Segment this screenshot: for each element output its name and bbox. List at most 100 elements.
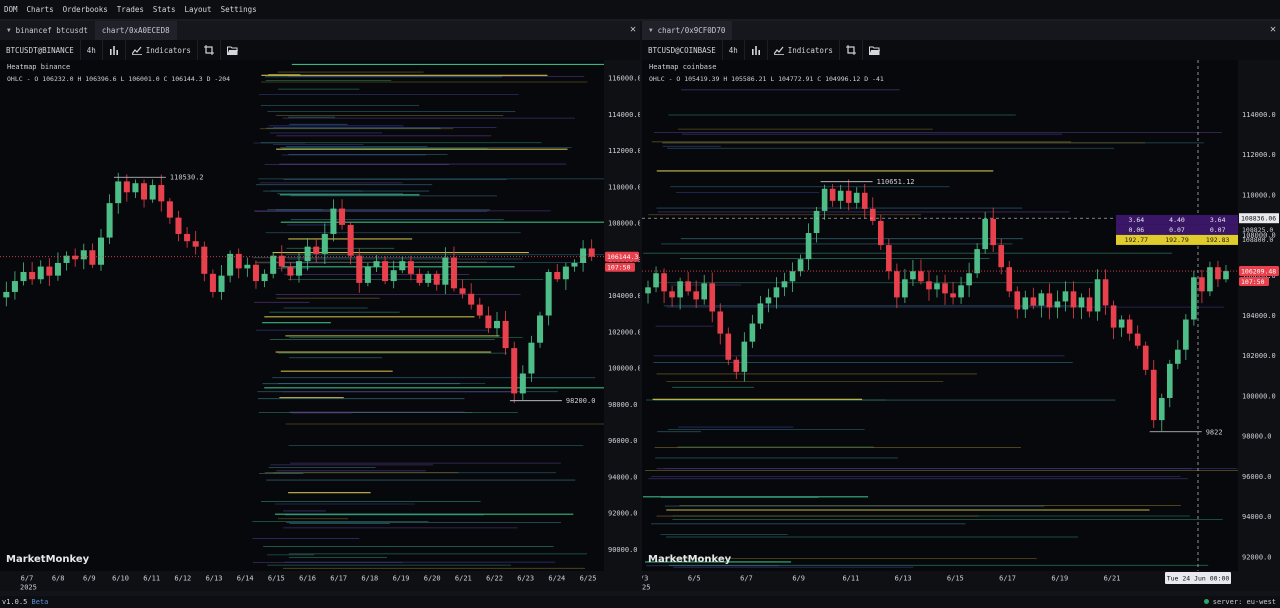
candle-body [218,275,225,292]
candle-body [132,183,139,193]
candle-body [1223,271,1229,280]
indicators-button[interactable]: Indicators [768,40,840,60]
menu-stats[interactable]: Stats [149,5,181,14]
candle-body [1150,369,1157,421]
candle-body [789,271,796,282]
tab-label: binancef btcusdt [15,26,88,35]
menu-trades[interactable]: Trades [113,5,149,14]
chart-pane-right: ▼ chart/0x9CF0D70 ✕ BTCUSD@COINBASE 4h I… [642,21,1280,591]
timeframe-selector[interactable]: 4h [81,40,103,60]
crop-icon [845,45,856,55]
folder-icon [226,46,238,55]
caret-down-icon: ▼ [649,27,653,34]
price-tick-label: 94000.0 [1242,513,1272,521]
symbol-selector[interactable]: BTCUSD@COINBASE [642,40,723,60]
candle-body [942,283,948,294]
candle-body [141,183,148,200]
candle-body [853,192,860,203]
date-tick-label: 6/14 [237,575,254,583]
candle-body [46,266,53,276]
open-folder-button[interactable] [863,40,886,60]
candle-body [433,273,440,285]
candle-body [11,281,18,292]
date-tick-label: 6/9 [83,575,96,583]
version-text: v1.0.5 [2,598,28,606]
tab-binancef-btcusdt[interactable]: ▼ binancef btcusdt [0,21,95,40]
menu-dom[interactable]: DOM [0,5,23,14]
price-tick-label: 112000.0 [1242,151,1276,159]
date-tick-label: 6/17 [999,575,1016,583]
crop-button[interactable] [198,40,221,60]
candle-body [330,208,337,234]
candle-body [37,266,44,280]
candle-body [425,273,432,283]
close-icon[interactable]: ✕ [630,24,636,35]
open-folder-button[interactable] [221,40,244,60]
crosshair-price-label: 108836.06 [1241,215,1276,223]
candle-body [123,181,130,193]
candle-body [733,359,740,372]
year-label: 25 [642,584,650,592]
tab-label: chart/0xA0ECED8 [101,26,170,35]
menu-charts[interactable]: Charts [23,5,59,14]
date-tick-label: 6/25 [580,575,597,583]
candle-body [528,342,535,374]
candle-body [227,253,234,276]
tab-chart-left[interactable]: chart/0xA0ECED8 [94,21,177,40]
price-tick-label: 96000.0 [608,437,638,445]
candle-body [677,281,683,298]
menu-orderbooks[interactable]: Orderbooks [59,5,113,14]
chart-area[interactable]: 110651.12 9822 3.64 4.40 3.64 0.06 0.07 0.07 192… [642,60,1280,591]
candle-body [537,315,544,343]
candle-body [278,255,285,267]
candle-body [3,291,10,298]
footprint-cell: 3.64 [1129,216,1145,224]
price-tick-label: 114000.0 [1242,111,1276,119]
version-label: v1.0.5 Beta [2,598,48,606]
candle-body [442,257,449,285]
candle-body [502,320,509,349]
date-tick-label: 6/15 [947,575,964,583]
footprint-cell: 0.06 [1129,226,1145,234]
last-price-label: 106209.48 [1241,268,1276,276]
candle-body [869,208,876,221]
candle-body [382,261,389,282]
chart-canvas[interactable]: 110651.12 9822 3.64 4.40 3.64 0.06 0.07 0.07 192… [642,60,1280,591]
tab-chart-right[interactable]: ▼ chart/0x9CF0D70 [642,21,733,40]
date-tick-label: 6/19 [1051,575,1068,583]
candle-body [1054,301,1061,308]
candle-body [1175,349,1181,364]
timeframe-selector[interactable]: 4h [723,40,745,60]
chart-canvas[interactable]: 110530.2 98200.0 116000.0 114000.0 112000.0 1… [0,60,640,591]
chart-area[interactable]: 110530.2 98200.0 116000.0 114000.0 112000.0 1… [0,60,640,591]
countdown-label: 107:50 [1241,278,1265,286]
candle-body [261,273,268,282]
symbol-selector[interactable]: BTCUSDT@BINANCE [0,40,81,60]
candle-body [399,261,406,271]
footprint-cell: 4.40 [1169,216,1185,224]
date-tick-label: 6/8 [52,575,65,583]
date-tick-label: 6/21 [1104,575,1121,583]
candle-body [950,293,956,298]
candle-body [1086,297,1093,312]
date-tick-label: 6/21 [455,575,472,583]
candle-body [175,217,182,234]
candle-body [966,273,972,286]
candle-body [685,281,691,292]
candle-body [485,315,492,329]
candle-body [757,303,764,324]
candle-body [588,248,595,257]
candle-body [1046,293,1053,308]
price-tick-label: 92000.0 [608,510,638,518]
candle-body [669,291,675,298]
indicators-button[interactable]: Indicators [126,40,198,60]
date-tick-label: 6/11 [143,575,160,583]
crop-button[interactable] [840,40,863,60]
candle-body [645,287,651,294]
menu-layout[interactable]: Layout [180,5,216,14]
menu-settings[interactable]: Settings [217,5,262,14]
chart-type-button[interactable] [103,40,126,60]
chart-type-button[interactable] [745,40,768,60]
close-icon[interactable]: ✕ [1270,24,1276,35]
price-tick-label: 92000.0 [1242,553,1272,561]
